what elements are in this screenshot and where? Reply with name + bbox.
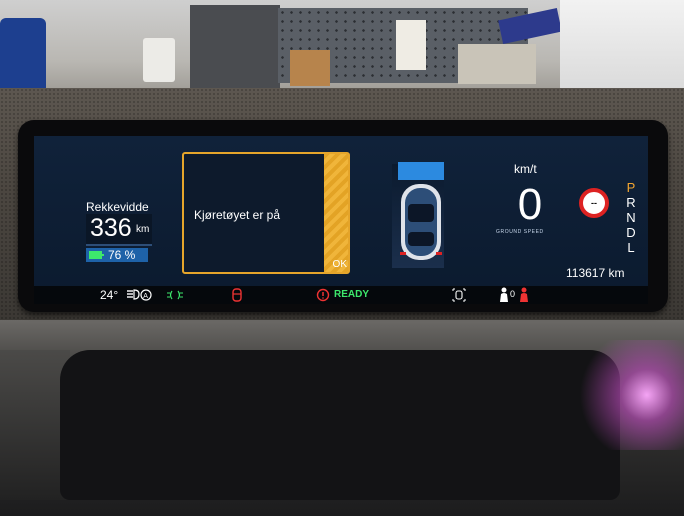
seatbelt-warning-icon (520, 287, 528, 302)
car-icon (400, 184, 442, 260)
background-door (560, 0, 684, 100)
background-object (458, 44, 536, 84)
speed-limit-value: -- (591, 198, 597, 208)
gear-n: N (626, 210, 636, 225)
steering-wheel-shadow (60, 350, 620, 500)
ready-indicator: READY (334, 289, 370, 300)
dashboard-lower (0, 320, 684, 516)
driver-assist-icon (452, 288, 466, 302)
gear-r: R (626, 195, 636, 210)
parking-light-icon (167, 290, 183, 300)
seatbelt-count: 0 (510, 289, 516, 299)
gear-p: P (626, 180, 636, 195)
door-open-icon (232, 288, 242, 302)
range-value: 336 (90, 214, 132, 242)
speed-value: 0 (517, 180, 543, 229)
svg-text:A: A (143, 293, 148, 300)
ok-button[interactable]: OK (333, 259, 347, 270)
gear-l: L (627, 240, 635, 255)
background-object (143, 38, 175, 82)
status-bar: 24° A READY 0 (34, 286, 648, 304)
range-display: 336 km (86, 214, 152, 246)
battery-icon (89, 251, 104, 259)
range-label: Rekkevidde (86, 200, 149, 214)
background-object (0, 18, 46, 98)
background-object (290, 50, 330, 86)
auto-headlight-icon: A (127, 289, 152, 301)
message-text: Kjøretøyet er på (194, 208, 281, 222)
outside-temperature: 24° (100, 288, 119, 302)
background-object (396, 20, 426, 70)
battery-percent: 76 % (108, 248, 136, 262)
gear-indicator: P R N D L (624, 180, 638, 255)
battery-indicator: 76 % (86, 248, 148, 262)
ambient-light (560, 340, 684, 450)
background-object (190, 5, 280, 95)
odometer: 113617 km (566, 266, 625, 280)
lead-vehicle-marker (398, 162, 444, 180)
range-unit: km (136, 224, 150, 235)
message-ok-strip[interactable]: OK (324, 154, 348, 272)
speed-unit: km/t (514, 162, 537, 176)
instrument-cluster-screen: Rekkevidde 336 km 76 % Kjøretøyet er på … (34, 136, 648, 304)
powertrain-warning-icon (316, 288, 330, 302)
ground-speed-label: GROUND SPEED (496, 229, 544, 235)
speed-limit-sign-icon: -- (579, 188, 609, 218)
gear-d: D (626, 225, 636, 240)
message-card[interactable]: Kjøretøyet er på OK (182, 152, 350, 274)
seatbelt-icon (500, 287, 508, 302)
